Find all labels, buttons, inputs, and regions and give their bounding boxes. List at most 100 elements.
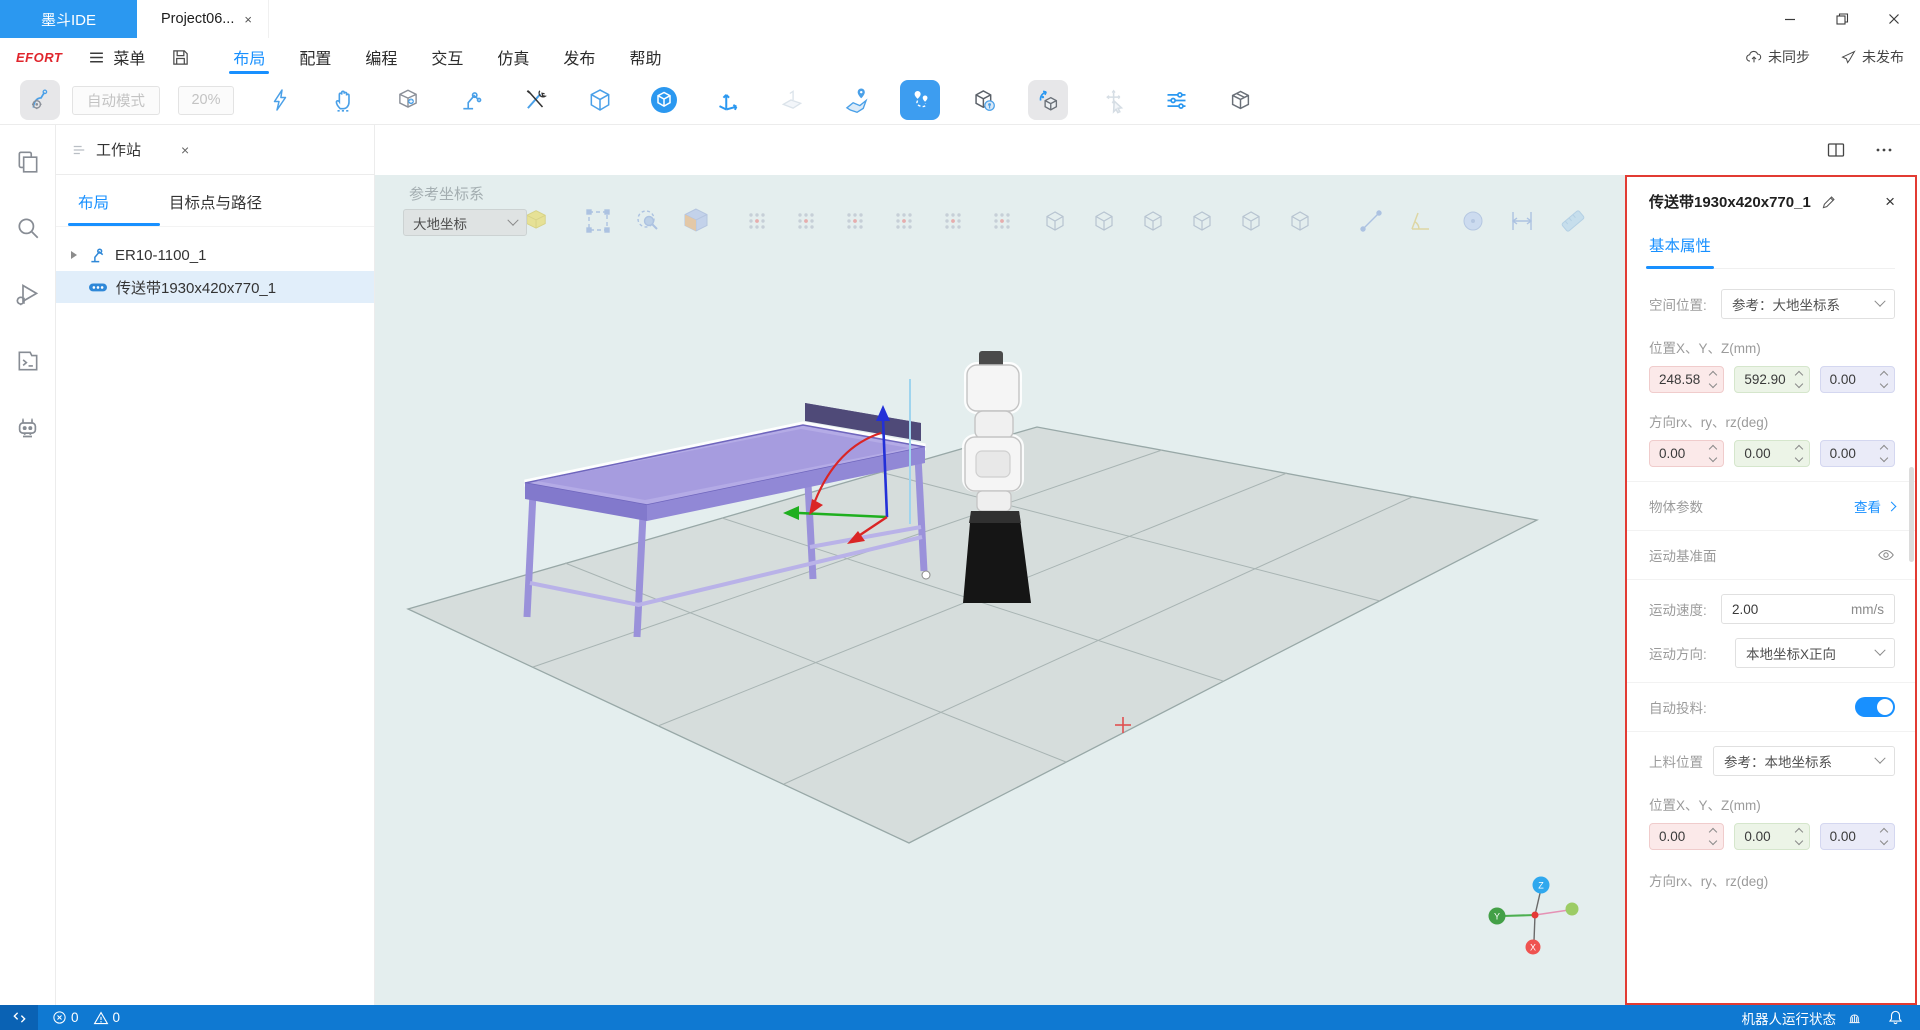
feed-ref-dropdown[interactable]: 参考：本地坐标系 [1713, 746, 1895, 776]
robot-config-button[interactable] [14, 78, 66, 122]
cube-outline-button[interactable] [568, 78, 632, 122]
pages-icon[interactable] [15, 149, 41, 175]
menu-toggle-button[interactable]: 菜单 [88, 45, 145, 69]
restore-button[interactable] [1816, 0, 1868, 38]
publish-status[interactable]: 未发布 [1840, 47, 1904, 67]
path-points-button[interactable] [888, 78, 952, 122]
tab-layout[interactable]: 布局 [74, 191, 113, 226]
settings-sliders-button[interactable] [1144, 78, 1208, 122]
speed-input[interactable]: 2.00 mm/s [1721, 594, 1895, 624]
position-x-input[interactable]: 248.58 [1649, 366, 1724, 393]
lightning-button[interactable] [248, 78, 312, 122]
menu-item-programming[interactable]: 编程 [365, 38, 397, 76]
panel-title: 传送带1930x420x770_1 [1649, 191, 1811, 212]
sync-status[interactable]: 未同步 [1745, 47, 1810, 67]
close-button[interactable] [1868, 0, 1920, 38]
feed-x-input[interactable]: 0.00 [1649, 823, 1724, 850]
project-tab[interactable]: Project06... × [137, 0, 269, 38]
alarm-beacon-icon[interactable] [1846, 1009, 1863, 1026]
cube-pin-button[interactable] [952, 78, 1016, 122]
spinner-icon[interactable] [1881, 372, 1887, 387]
rotation-rz-input[interactable]: 0.00 [1820, 440, 1895, 467]
object-params-label: 物体参数 [1649, 496, 1703, 516]
robot-status-label[interactable]: 机器人运行状态 [1742, 1008, 1837, 1028]
view-params-link[interactable]: 查看 [1854, 496, 1895, 516]
save-button[interactable] [171, 48, 190, 67]
position-y-input[interactable]: 592.90 [1734, 366, 1809, 393]
direction-value: 本地坐标X正向 [1746, 643, 1836, 663]
spinner-icon[interactable] [1710, 372, 1716, 387]
measure-line-icon [1361, 211, 1381, 231]
expand-caret-icon[interactable] [68, 251, 80, 259]
move-cursor-button[interactable] [1080, 78, 1144, 122]
move-cursor-icon [1099, 87, 1126, 114]
scene-canvas[interactable]: Z Y X [375, 175, 1625, 1005]
drag-hand-button[interactable] [312, 78, 376, 122]
plane-button[interactable] [760, 78, 824, 122]
debug-run-icon[interactable] [14, 281, 41, 308]
search-icon[interactable] [15, 215, 41, 241]
app-tab[interactable]: 墨斗IDE [0, 0, 137, 38]
spinner-icon[interactable] [1710, 446, 1716, 461]
minimize-button[interactable] [1764, 0, 1816, 38]
position-x-value: 248.58 [1659, 372, 1700, 387]
rotation-ry-input[interactable]: 0.00 [1734, 440, 1809, 467]
spatial-ref-dropdown[interactable]: 参考：大地坐标系 [1721, 289, 1895, 319]
edit-pencil-icon[interactable] [1821, 194, 1837, 210]
eye-icon[interactable] [1877, 546, 1895, 564]
rotate-cube-button[interactable] [1016, 78, 1080, 122]
more-icon[interactable] [1874, 140, 1894, 160]
spinner-icon[interactable] [1796, 372, 1802, 387]
workstation-tab-close-icon[interactable]: × [181, 142, 189, 158]
move-axes-button[interactable] [696, 78, 760, 122]
workstation-tab[interactable]: 工作站 × [56, 125, 374, 175]
zoom-level-button[interactable]: 20% [178, 86, 234, 115]
feed-z-input[interactable]: 0.00 [1820, 823, 1895, 850]
spinner-icon[interactable] [1881, 829, 1887, 844]
auto-mode-button[interactable]: 自动模式 [72, 86, 160, 115]
panel-scrollbar[interactable] [1909, 467, 1914, 562]
feed-y-input[interactable]: 0.00 [1734, 823, 1809, 850]
bell-icon[interactable] [1887, 1009, 1904, 1026]
map-pin-button[interactable] [824, 78, 888, 122]
split-view-icon[interactable] [1826, 140, 1846, 160]
remote-connect-button[interactable] [0, 1005, 38, 1030]
orientation-gizmo[interactable]: Z Y X [1489, 877, 1579, 955]
coord-system-dropdown[interactable]: 大地坐标 [403, 209, 527, 236]
menu-item-layout[interactable]: 布局 [233, 38, 265, 76]
warning-counter[interactable]: 0 [93, 1010, 121, 1026]
robot-head-icon[interactable] [14, 414, 41, 441]
gizmo-x-label: X [1530, 943, 1536, 953]
rotation-rx-input[interactable]: 0.00 [1649, 440, 1724, 467]
robot-arm-button[interactable] [440, 78, 504, 122]
panel-actions [1625, 125, 1920, 175]
package-button[interactable] [1208, 78, 1272, 122]
panel-close-icon[interactable]: × [1885, 192, 1895, 212]
terminal-file-icon[interactable] [15, 348, 41, 374]
spinner-icon[interactable] [1796, 446, 1802, 461]
direction-dropdown[interactable]: 本地坐标X正向 [1735, 638, 1895, 668]
menu-item-publish[interactable]: 发布 [563, 38, 595, 76]
tree-row-conveyor[interactable]: 传送带1930x420x770_1 [56, 271, 374, 303]
menu-item-simulation[interactable]: 仿真 [497, 38, 529, 76]
auto-feed-toggle[interactable] [1855, 697, 1895, 717]
error-counter[interactable]: 0 [52, 1010, 79, 1025]
viewport-3d[interactable]: 参考坐标系 大地坐标 [375, 175, 1625, 1005]
tab-targets-paths[interactable]: 目标点与路径 [165, 191, 266, 226]
machine-box-button[interactable] [376, 78, 440, 122]
spinner-icon[interactable] [1881, 446, 1887, 461]
view-cube-button[interactable] [632, 78, 696, 122]
tab-basic-properties[interactable]: 基本属性 [1649, 234, 1711, 268]
robot-model[interactable] [963, 351, 1031, 603]
spinner-icon[interactable] [1710, 829, 1716, 844]
project-tab-close-icon[interactable]: × [244, 12, 252, 27]
spinner-icon[interactable] [1796, 829, 1802, 844]
tools-button[interactable] [504, 78, 568, 122]
save-icon [171, 48, 190, 67]
menu-item-help[interactable]: 帮助 [629, 38, 661, 76]
menu-item-config[interactable]: 配置 [299, 38, 331, 76]
right-column: 传送带1930x420x770_1 × 基本属性 空间位置: 参考：大地坐标系 … [1625, 125, 1920, 1005]
menu-item-interaction[interactable]: 交互 [431, 38, 463, 76]
tree-row-robot[interactable]: ER10-1100_1 [56, 239, 374, 271]
position-z-input[interactable]: 0.00 [1820, 366, 1895, 393]
